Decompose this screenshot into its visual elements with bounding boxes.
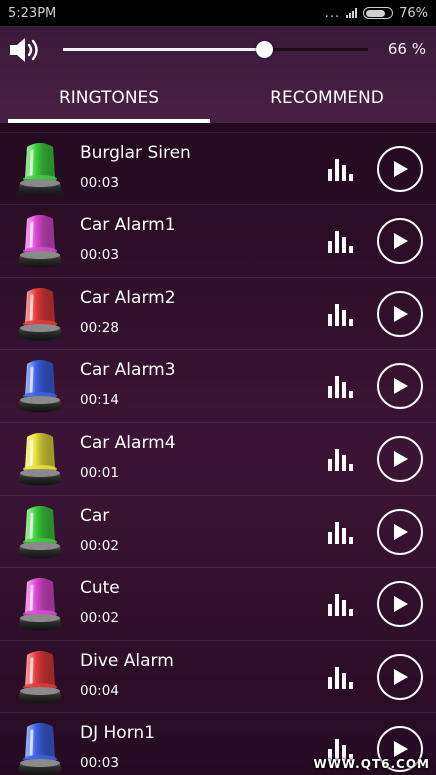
siren-icon xyxy=(18,723,62,775)
ringtone-duration: 00:03 xyxy=(80,755,119,772)
tab-ringtones[interactable]: RINGTONES xyxy=(0,74,218,123)
ringtone-name: Burglar Siren xyxy=(80,142,191,163)
tab-recommend[interactable]: RECOMMEND xyxy=(218,74,436,123)
equalizer-icon xyxy=(328,594,353,617)
play-button[interactable] xyxy=(377,653,423,700)
play-icon xyxy=(394,523,408,540)
siren-icon xyxy=(18,215,62,268)
ringtone-duration: 00:03 xyxy=(80,247,119,264)
equalizer-icon xyxy=(328,521,353,544)
ringtone-duration: 00:28 xyxy=(80,319,119,336)
volume-row: 66 % xyxy=(0,26,436,74)
play-icon xyxy=(394,305,408,322)
equalizer-icon xyxy=(328,158,353,181)
play-button[interactable] xyxy=(377,145,423,192)
play-icon xyxy=(394,160,408,177)
list-item[interactable]: 00:03 xyxy=(0,123,436,133)
ringtone-name: DJ Horn1 xyxy=(80,723,155,744)
ringtone-duration: 00:03 xyxy=(80,174,119,191)
status-icons: ... 76% xyxy=(325,6,428,21)
play-icon xyxy=(394,596,408,613)
siren-icon xyxy=(18,287,62,341)
list-item[interactable]: Cute 00:02 xyxy=(0,568,436,641)
list-item[interactable]: Car Alarm1 00:03 xyxy=(0,205,436,278)
ringtone-list[interactable]: 00:03 xyxy=(0,123,436,775)
play-button[interactable] xyxy=(377,290,423,337)
ringtone-duration: 00:02 xyxy=(80,537,119,554)
siren-icon xyxy=(18,432,62,486)
list-item[interactable]: Burglar Siren 00:03 xyxy=(0,133,436,206)
equalizer-icon xyxy=(328,303,353,326)
siren-icon xyxy=(18,505,62,559)
ringtone-name: Car Alarm2 xyxy=(80,287,176,308)
play-button[interactable] xyxy=(377,363,423,410)
play-icon xyxy=(394,233,408,250)
play-icon xyxy=(394,450,408,467)
battery-icon xyxy=(363,7,394,19)
equalizer-icon xyxy=(328,376,353,399)
app-header: 66 % RINGTONES RECOMMEND xyxy=(0,26,436,123)
volume-percent: 66 % xyxy=(387,40,426,58)
volume-slider-track[interactable] xyxy=(63,48,368,51)
volume-slider-fill xyxy=(63,48,265,51)
siren-icon xyxy=(18,650,62,704)
play-button[interactable] xyxy=(377,508,423,555)
ringtone-duration: 00:04 xyxy=(80,682,119,699)
play-button[interactable] xyxy=(377,435,423,482)
ringtone-name: Car xyxy=(80,505,110,526)
siren-icon xyxy=(18,360,62,413)
siren-icon xyxy=(18,142,62,196)
list-item[interactable]: Car Alarm3 00:14 xyxy=(0,350,436,423)
ringtone-name: Car Alarm4 xyxy=(80,432,176,453)
ringtone-name: Cute xyxy=(80,578,120,599)
ringtone-duration: 00:01 xyxy=(80,464,119,481)
tab-bar: RINGTONES RECOMMEND xyxy=(0,74,436,123)
signal-icon xyxy=(346,8,358,18)
speaker-icon[interactable] xyxy=(8,35,44,65)
siren-icon xyxy=(15,123,65,126)
play-icon xyxy=(394,378,408,395)
watermark: WWW.QT6.COM xyxy=(313,757,430,771)
play-button[interactable] xyxy=(377,218,423,265)
equalizer-icon xyxy=(328,231,353,254)
play-icon xyxy=(394,668,408,685)
ringtone-name: Car Alarm3 xyxy=(80,360,176,381)
notification-dots: ... xyxy=(324,5,341,21)
volume-slider-thumb[interactable] xyxy=(255,41,273,58)
play-icon xyxy=(394,741,408,758)
ringtone-duration: 00:02 xyxy=(80,610,119,627)
list-item[interactable]: Car Alarm2 00:28 xyxy=(0,278,436,351)
ringtone-name: Car Alarm1 xyxy=(80,215,176,236)
list-item[interactable]: Dive Alarm 00:04 xyxy=(0,641,436,714)
status-bar: 5:23PM ... 76% xyxy=(0,0,436,26)
play-button[interactable] xyxy=(377,581,423,628)
ringtone-name: Dive Alarm xyxy=(80,650,174,671)
battery-percent: 76% xyxy=(399,5,428,21)
siren-icon xyxy=(18,578,62,631)
equalizer-icon xyxy=(328,448,353,471)
ringtone-duration: 00:14 xyxy=(80,392,119,409)
status-time: 5:23PM xyxy=(8,5,57,21)
list-item[interactable]: Car 00:02 xyxy=(0,496,436,569)
list-item[interactable]: Car Alarm4 00:01 xyxy=(0,423,436,496)
equalizer-icon xyxy=(328,666,353,689)
